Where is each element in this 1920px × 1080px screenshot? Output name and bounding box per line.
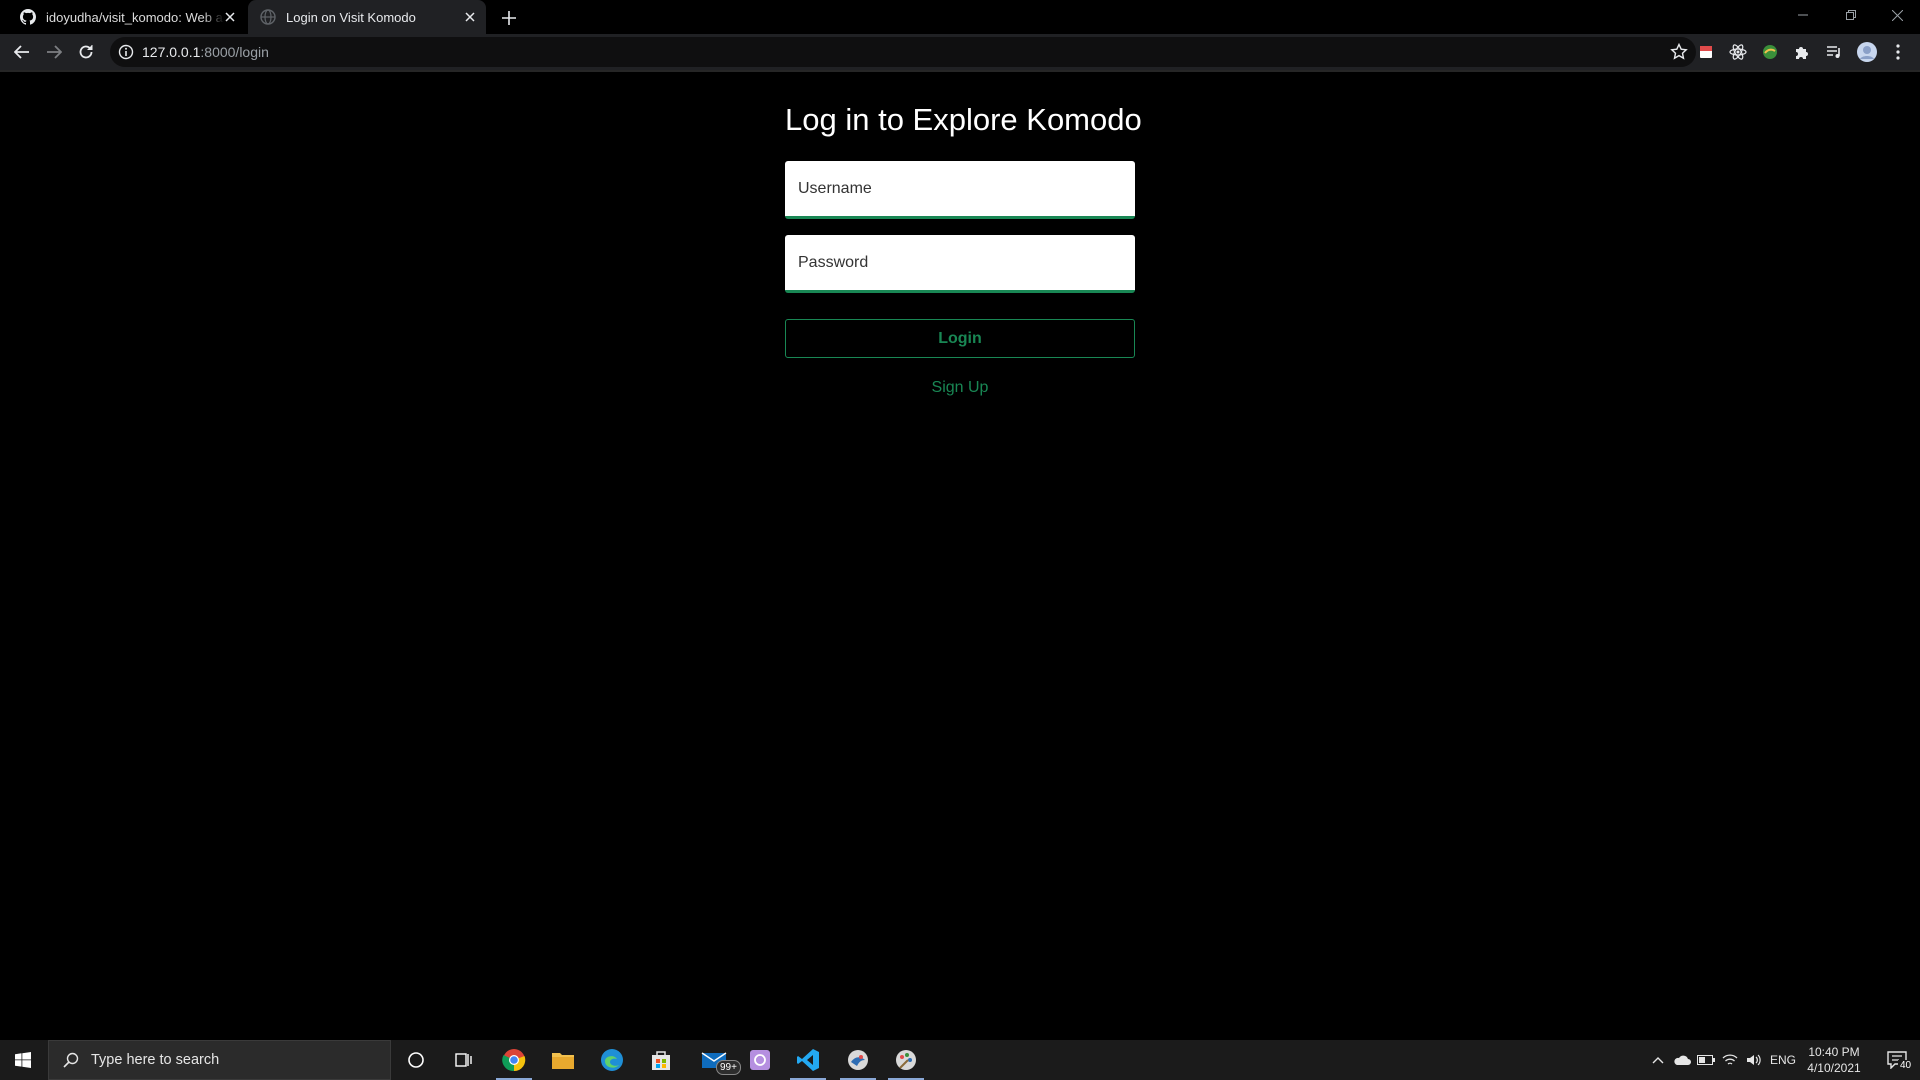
battery-icon	[1697, 1055, 1715, 1065]
minimize-button[interactable]	[1780, 0, 1826, 30]
onedrive-tray-icon[interactable]	[1670, 1040, 1694, 1080]
tab-strip: idoyudha/visit_komodo: Web ap Login on V…	[0, 0, 1920, 34]
photos-app-button[interactable]	[736, 1040, 784, 1080]
folder-icon	[552, 1053, 574, 1069]
battery-tray-icon[interactable]	[1694, 1040, 1718, 1080]
reload-button[interactable]	[72, 38, 100, 66]
password-input[interactable]	[785, 235, 1135, 290]
close-window-button[interactable]	[1874, 0, 1920, 30]
back-button[interactable]	[8, 38, 36, 66]
url-path: :8000/login	[200, 44, 269, 60]
cloud-icon	[1674, 1055, 1691, 1065]
tab-title: Login on Visit Komodo	[286, 9, 416, 25]
bookmark-star-icon[interactable]	[1670, 43, 1688, 61]
paint-icon	[896, 1050, 916, 1070]
username-input[interactable]	[785, 161, 1135, 216]
restore-icon	[1846, 10, 1856, 20]
vscode-button[interactable]	[784, 1040, 832, 1080]
app-button-2[interactable]	[882, 1040, 930, 1080]
extensions-puzzle-icon[interactable]	[1792, 42, 1812, 62]
language-label: ENG	[1769, 1053, 1796, 1067]
clock-time: 10:40 PM	[1808, 1045, 1860, 1059]
taskbar-clock[interactable]: 10:40 PM 4/10/2021	[1796, 1044, 1872, 1076]
vscode-icon	[797, 1049, 819, 1071]
start-button[interactable]	[0, 1040, 46, 1080]
taskbar-search[interactable]: Type here to search	[48, 1040, 391, 1080]
new-tab-button[interactable]	[498, 7, 520, 29]
edge-button[interactable]	[588, 1040, 636, 1080]
tab-title: idoyudha/visit_komodo: Web ap	[46, 9, 224, 25]
login-button[interactable]: Login	[785, 319, 1135, 358]
close-icon[interactable]	[462, 9, 478, 25]
extension-react-icon[interactable]	[1728, 42, 1748, 62]
action-center-button[interactable]: 40	[1874, 1040, 1920, 1080]
task-view-icon	[455, 1053, 472, 1067]
photo-app-icon	[750, 1050, 770, 1070]
language-indicator[interactable]: ENG	[1766, 1040, 1800, 1080]
wifi-icon	[1722, 1054, 1738, 1065]
password-field[interactable]	[785, 235, 1135, 293]
search-icon	[63, 1052, 79, 1068]
profile-avatar[interactable]	[1856, 41, 1878, 63]
cortana-button[interactable]	[392, 1040, 440, 1080]
forward-button[interactable]	[40, 38, 68, 66]
windows-logo-icon	[15, 1052, 31, 1068]
github-icon	[20, 9, 36, 25]
store-button[interactable]	[637, 1040, 685, 1080]
tab-login-visit-komodo[interactable]: Login on Visit Komodo	[248, 0, 486, 34]
close-icon[interactable]	[222, 9, 238, 25]
tab-github-repo[interactable]: idoyudha/visit_komodo: Web ap	[8, 0, 246, 34]
arrow-right-icon	[47, 45, 62, 59]
cortana-circle-icon	[408, 1052, 424, 1068]
store-bag-icon	[652, 1051, 670, 1070]
page-viewport: Log in to Explore Komodo Login Sign Up	[0, 72, 1920, 1038]
extension-green-icon[interactable]	[1760, 42, 1780, 62]
volume-tray-icon[interactable]	[1742, 1040, 1766, 1080]
taskbar: Type here to search 99+ ENG 10:40 PM 4/1…	[0, 1040, 1920, 1080]
mail-button[interactable]: 99+	[690, 1040, 741, 1080]
search-placeholder: Type here to search	[91, 1052, 220, 1068]
restore-button[interactable]	[1828, 0, 1874, 30]
url-text[interactable]: 127.0.0.1:8000/login	[142, 44, 269, 60]
browser-toolbar: 127.0.0.1:8000/login	[0, 34, 1920, 70]
plus-icon	[502, 11, 516, 25]
close-icon	[1891, 9, 1903, 21]
chrome-taskbar-button[interactable]	[490, 1040, 538, 1080]
file-explorer-button[interactable]	[539, 1040, 587, 1080]
url-host: 127.0.0.1	[142, 44, 201, 60]
globe-icon	[260, 9, 276, 25]
extension-red-icon[interactable]	[1696, 42, 1716, 62]
wifi-tray-icon[interactable]	[1718, 1040, 1742, 1080]
reload-icon	[79, 45, 93, 59]
minimize-icon	[1798, 14, 1808, 16]
address-bar[interactable]: 127.0.0.1:8000/login	[110, 37, 1696, 67]
info-icon[interactable]	[118, 44, 134, 60]
chevron-up-icon	[1652, 1057, 1664, 1064]
username-field[interactable]	[785, 161, 1135, 219]
arrow-left-icon	[14, 45, 29, 59]
notification-count: 40	[1898, 1060, 1914, 1072]
app-button-1[interactable]	[834, 1040, 882, 1080]
edge-icon	[601, 1049, 623, 1071]
app-bird-icon	[848, 1050, 868, 1070]
page-title: Log in to Explore Komodo	[785, 102, 1142, 137]
media-queue-icon[interactable]	[1824, 42, 1844, 62]
speaker-icon	[1747, 1054, 1761, 1066]
chrome-icon	[502, 1049, 526, 1072]
clock-date: 4/10/2021	[1807, 1061, 1861, 1075]
tray-overflow-button[interactable]	[1646, 1040, 1670, 1080]
kebab-menu-icon[interactable]	[1888, 42, 1908, 62]
signup-link[interactable]: Sign Up	[785, 379, 1135, 397]
task-view-button[interactable]	[440, 1040, 488, 1080]
